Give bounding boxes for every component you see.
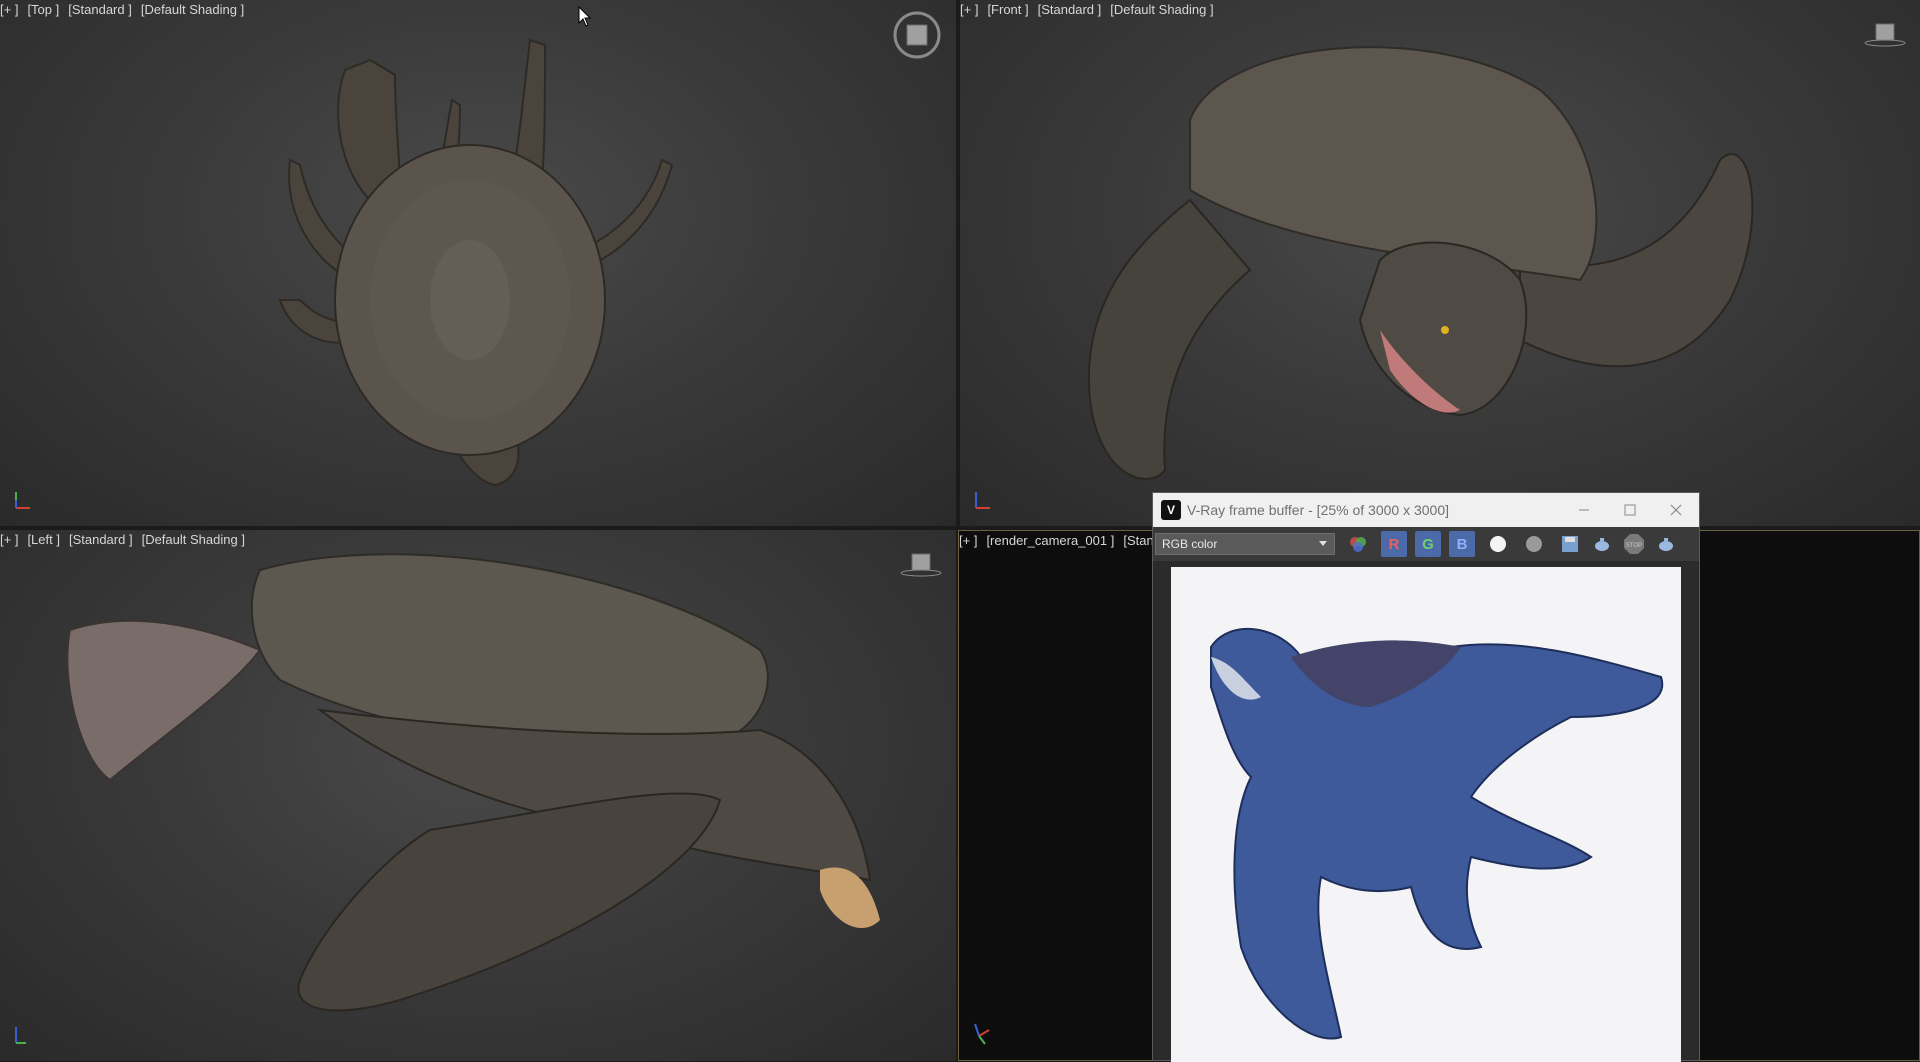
- gray-dot-icon: [1526, 536, 1542, 552]
- vray-frame-buffer-window[interactable]: V V-Ray frame buffer - [25% of 3000 x 30…: [1152, 492, 1700, 1062]
- viewport-top[interactable]: [+ ] [Top ] [Standard ] [Default Shading ]: [0, 0, 956, 526]
- stop-icon: STOP: [1624, 534, 1644, 554]
- red-channel-button[interactable]: R: [1381, 531, 1407, 557]
- color-channels-icon: [1350, 537, 1366, 552]
- viewport-plus-menu[interactable]: [+ ]: [959, 533, 977, 548]
- render-button[interactable]: [1589, 531, 1615, 557]
- viewport-view-menu[interactable]: [render_camera_001 ]: [986, 533, 1114, 548]
- channel-select[interactable]: RGB color: [1155, 533, 1335, 555]
- rendered-turtle: [1210, 627, 1664, 1040]
- maximize-icon: [1624, 504, 1636, 516]
- rendered-image[interactable]: [1171, 567, 1681, 1062]
- turtle-model-top[interactable]: [0, 0, 956, 526]
- svg-text:STOP: STOP: [1626, 543, 1642, 549]
- save-icon: [1562, 536, 1578, 552]
- alpha-white-button[interactable]: [1485, 531, 1511, 557]
- axis-tripod-icon: [974, 1023, 990, 1045]
- viewport-front[interactable]: [+ ] [Front ] [Standard ] [Default Shading …: [960, 0, 1920, 526]
- render-region-button[interactable]: [1653, 531, 1679, 557]
- teapot-render-icon: [1659, 538, 1673, 551]
- vfb-title: V-Ray frame buffer - [25% of 3000 x 3000…: [1187, 502, 1450, 518]
- viewport-label: [+ ] [render_camera_001 ] [Stan: [959, 533, 1163, 548]
- cursor-icon: [578, 6, 592, 27]
- minimize-icon: [1579, 509, 1589, 511]
- blue-channel-button[interactable]: B: [1449, 531, 1475, 557]
- axis-tripod-icon: [15, 1027, 26, 1044]
- viewcube-icon[interactable]: [892, 10, 942, 60]
- vray-logo-icon: V: [1161, 500, 1181, 520]
- mono-button[interactable]: [1521, 531, 1547, 557]
- close-icon: [1670, 504, 1682, 516]
- viewcube-icon[interactable]: [898, 552, 942, 578]
- minimize-button[interactable]: [1561, 493, 1607, 527]
- viewport-standard-menu[interactable]: [Stan: [1123, 533, 1153, 548]
- vfb-titlebar[interactable]: V V-Ray frame buffer - [25% of 3000 x 30…: [1153, 493, 1699, 527]
- close-button[interactable]: [1653, 493, 1699, 527]
- turtle-model-front[interactable]: [960, 0, 1920, 526]
- green-channel-button[interactable]: G: [1415, 531, 1441, 557]
- axis-tripod-icon: [15, 492, 30, 509]
- axis-tripod-icon: [975, 492, 990, 509]
- white-dot-icon: [1490, 536, 1506, 552]
- turtle-shell: [1189, 46, 1598, 282]
- chevron-down-icon: [1319, 541, 1327, 546]
- viewport-left[interactable]: [+ ] [Left ] [Standard ] [Default Shading ]: [0, 530, 956, 1061]
- viewcube-icon[interactable]: [1862, 22, 1906, 48]
- teapot-render-icon: [1595, 538, 1609, 551]
- channel-select-value: RGB color: [1162, 537, 1218, 551]
- vfb-toolbar: RGB color R G B STOP: [1153, 527, 1699, 561]
- maximize-button[interactable]: [1607, 493, 1653, 527]
- stop-render-button[interactable]: STOP: [1621, 531, 1647, 557]
- turtle-model-left[interactable]: [0, 530, 956, 1061]
- save-image-button[interactable]: [1557, 531, 1583, 557]
- color-channels-button[interactable]: [1345, 531, 1371, 557]
